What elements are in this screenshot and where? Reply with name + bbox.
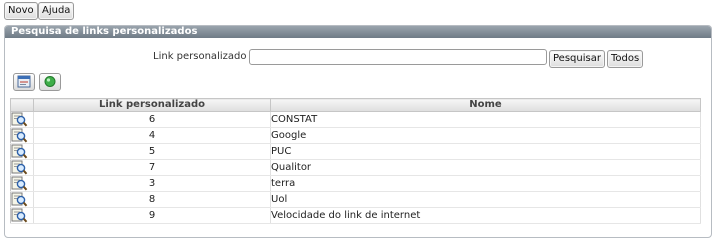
- header-icon-col: [10, 98, 34, 112]
- row-view-button[interactable]: [10, 191, 34, 208]
- cell-link-personalizado: 9: [33, 207, 271, 224]
- cell-nome: Velocidade do link de internet: [270, 207, 701, 224]
- view-magnifier-icon: [11, 160, 28, 175]
- view-magnifier-icon: [11, 144, 28, 159]
- row-view-button[interactable]: [10, 175, 34, 192]
- pesquisar-button[interactable]: Pesquisar: [549, 50, 605, 68]
- link-personalizado-input[interactable]: [249, 49, 547, 65]
- table-header-row: Link personalizado Nome: [10, 98, 701, 112]
- view-magnifier-icon: [11, 176, 28, 191]
- panel-title: Pesquisa de links personalizados: [5, 26, 711, 38]
- cell-nome: terra: [270, 175, 701, 192]
- table-row[interactable]: 6 CONSTAT: [10, 111, 701, 128]
- row-view-button[interactable]: [10, 111, 34, 128]
- refresh-button[interactable]: [39, 73, 61, 91]
- link-personalizado-label: Link personalizado :: [153, 51, 254, 62]
- cell-nome: Uol: [270, 191, 701, 208]
- view-magnifier-icon: [11, 112, 28, 127]
- view-magnifier-icon: [11, 128, 28, 143]
- refresh-icon: [44, 76, 56, 87]
- row-view-button[interactable]: [10, 143, 34, 160]
- new-record-button[interactable]: [13, 73, 35, 91]
- cell-nome: Qualitor: [270, 159, 701, 176]
- row-view-button[interactable]: [10, 159, 34, 176]
- cell-nome: PUC: [270, 143, 701, 160]
- cell-nome: CONSTAT: [270, 111, 701, 128]
- cell-link-personalizado: 4: [33, 127, 271, 144]
- table-row[interactable]: 7 Qualitor: [10, 159, 701, 176]
- table-row[interactable]: 8 Uol: [10, 191, 701, 208]
- todos-button[interactable]: Todos: [607, 50, 644, 68]
- table-row[interactable]: 9 Velocidade do link de internet: [10, 207, 701, 224]
- novo-button[interactable]: Novo: [4, 2, 38, 20]
- table-row[interactable]: 3 terra: [10, 175, 701, 192]
- header-link-personalizado[interactable]: Link personalizado: [33, 98, 271, 112]
- cell-link-personalizado: 8: [33, 191, 271, 208]
- header-nome[interactable]: Nome: [270, 98, 701, 112]
- row-view-button[interactable]: [10, 207, 34, 224]
- row-view-button[interactable]: [10, 127, 34, 144]
- view-magnifier-icon: [11, 208, 28, 223]
- ajuda-button[interactable]: Ajuda: [38, 2, 75, 20]
- cell-link-personalizado: 3: [33, 175, 271, 192]
- new-record-icon: [17, 75, 31, 88]
- cell-link-personalizado: 7: [33, 159, 271, 176]
- cell-link-personalizado: 5: [33, 143, 271, 160]
- links-table: Link personalizado Nome 6 CONSTAT 4 Google 5…: [10, 98, 701, 224]
- table-row[interactable]: 5 PUC: [10, 143, 701, 160]
- table-row[interactable]: 4 Google: [10, 127, 701, 144]
- cell-nome: Google: [270, 127, 701, 144]
- cell-link-personalizado: 6: [33, 111, 271, 128]
- search-panel: Pesquisa de links personalizados Link pe…: [4, 25, 712, 238]
- view-magnifier-icon: [11, 192, 28, 207]
